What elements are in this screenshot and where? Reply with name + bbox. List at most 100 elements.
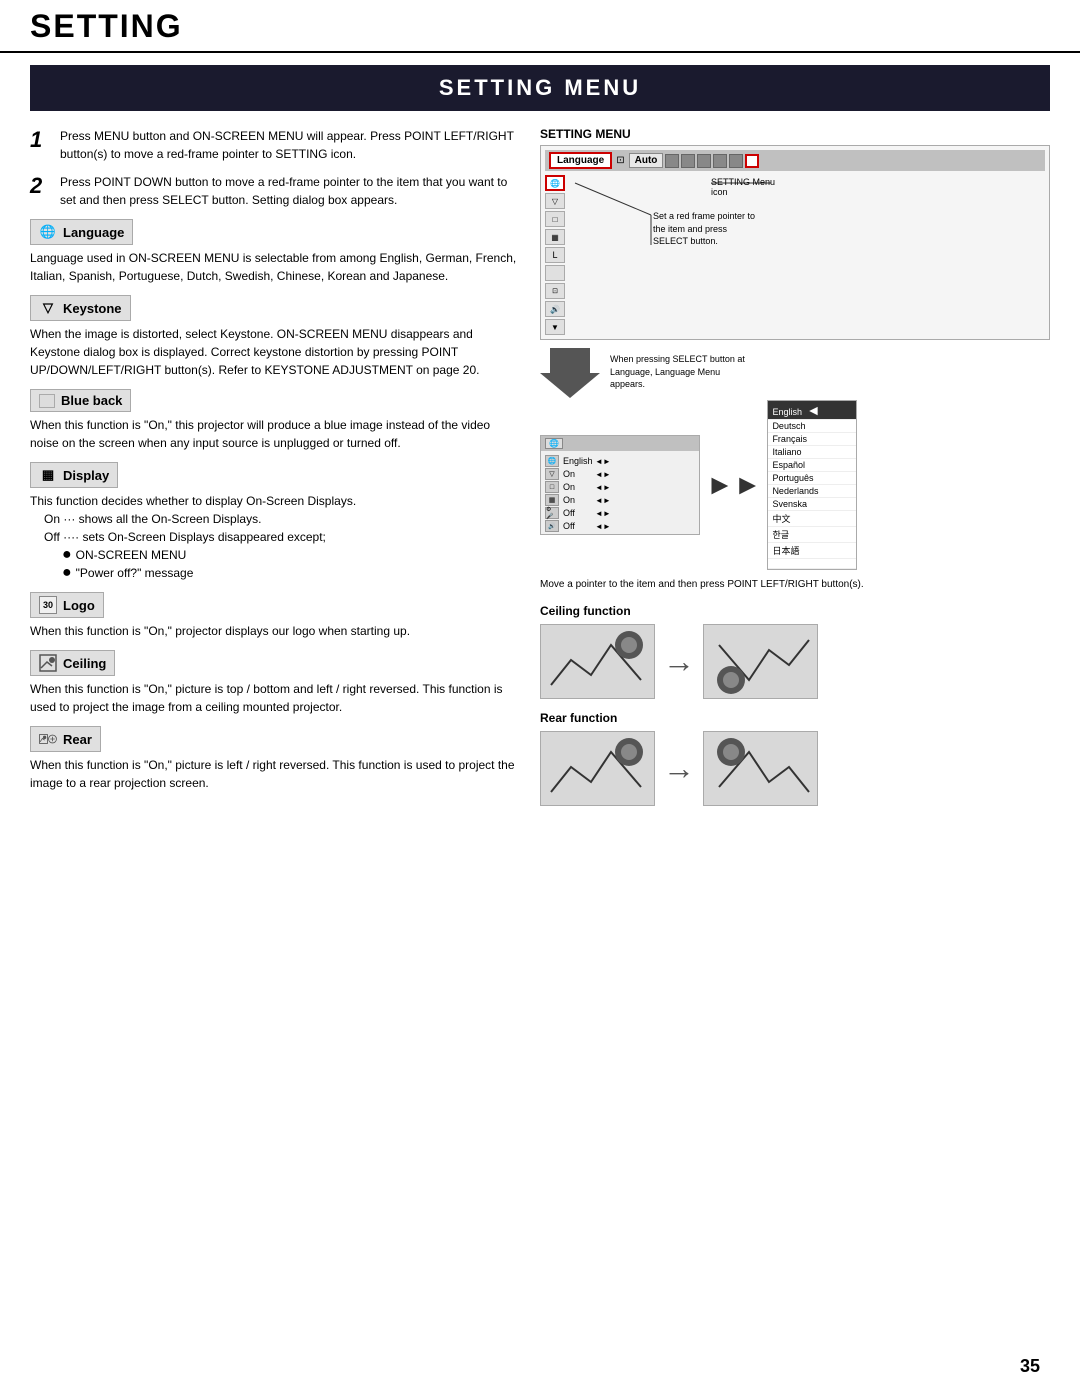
menu-sidebar: 🌐 ▽ □ ▦ L ⊡ 🔊 ▼ Set a red fram — [545, 175, 1045, 335]
rear-function-section: Rear function → — [540, 711, 1050, 806]
menu-icon-ceil: ⊡ — [545, 283, 565, 299]
logo-label: 30 Logo — [30, 592, 104, 618]
rear-diagrams: → — [540, 731, 1050, 806]
ceiling-text: When this function is "On," picture is t… — [30, 680, 520, 716]
lang-icon-spk-sm: 🔊 — [545, 520, 559, 532]
menu-icon-3 — [697, 154, 711, 168]
lang-menu-left: 🌐 🌐 English ◄► ▽ On ◄► □ On — [540, 435, 700, 535]
lang-on3-text: On — [563, 495, 591, 505]
lang-item-francais: Français — [768, 433, 856, 446]
menu-language-item: Language — [549, 152, 612, 169]
feature-logo: 30 Logo When this function is "On," proj… — [30, 592, 520, 640]
arrow-note: When pressing SELECT button at Language,… — [610, 353, 750, 398]
ceiling-flipped-svg — [704, 625, 818, 699]
ceiling-arrow: → — [663, 643, 695, 680]
lang-item-espanol: Español — [768, 459, 856, 472]
rear-label: Rear — [30, 726, 101, 752]
setting-icon-label: SETTING Menu icon — [711, 177, 791, 197]
blue-back-icon — [39, 394, 55, 408]
step-2-number: 2 — [30, 173, 52, 209]
menu-icon-grid: ▦ — [545, 229, 565, 245]
lang-off2-text: Off — [563, 521, 591, 531]
lang-item-nederlands: Nederlands — [768, 485, 856, 498]
right-column: SETTING MENU Language ⊡ Auto 🌐 ▽ □ — [540, 127, 1050, 818]
lang-off1-ctrl: ◄► — [595, 509, 611, 518]
lang-on2-ctrl: ◄► — [595, 483, 611, 492]
lang-item-bottom — [768, 559, 856, 569]
menu-icon-5 — [729, 154, 743, 168]
section-header: SETTING MENU — [30, 65, 1050, 111]
lang-row-tri: ▽ On ◄► — [545, 468, 695, 480]
lang-item-svenska: Svenska — [768, 498, 856, 511]
lang-icon-l-sm: ⚙🎤 — [545, 507, 559, 519]
blue-back-label-text: Blue back — [61, 393, 122, 408]
menu-icon-rect: □ — [545, 211, 565, 227]
menu-icon-l: L — [545, 247, 565, 263]
lang-bar-icon: 🌐 — [545, 438, 563, 449]
lang-item-chinese: 中文 — [768, 511, 856, 527]
page-title: SETTING — [30, 8, 1050, 45]
step-1: 1 Press MENU button and ON-SCREEN MENU w… — [30, 127, 520, 163]
menu-diagram: Language ⊡ Auto 🌐 ▽ □ ▦ L ⊡ — [540, 145, 1050, 340]
feature-rear: Rear When this function is "On," picture… — [30, 726, 520, 792]
feature-blue-back: Blue back When this function is "On," th… — [30, 389, 520, 452]
keystone-label: ▽ Keystone — [30, 295, 131, 321]
rear-function-title: Rear function — [540, 711, 1050, 725]
menu-icon-blank — [545, 265, 565, 281]
menu-icon-4 — [713, 154, 727, 168]
lang-icon-tri-sm: ▽ — [545, 468, 559, 480]
lang-off1-text: Off — [563, 508, 591, 518]
lang-on3-ctrl: ◄► — [595, 496, 611, 505]
display-label-text: Display — [63, 468, 109, 483]
lang-english-text: English — [563, 456, 591, 466]
menu-icon-1 — [665, 154, 679, 168]
lang-english-ctrl: ◄► — [595, 457, 611, 466]
lang-row-rect: □ On ◄► — [545, 481, 695, 493]
feature-language: 🌐 Language Language used in ON-SCREEN ME… — [30, 219, 520, 285]
blue-back-text: When this function is "On," this project… — [30, 416, 520, 452]
ceiling-normal-svg — [541, 625, 655, 699]
lang-row-grid: ▦ On ◄► — [545, 494, 695, 506]
menu-icon-6 — [745, 154, 759, 168]
lang-list-box: English ◄ Deutsch Français Italiano Espa… — [767, 400, 857, 570]
lang-on2-text: On — [563, 482, 591, 492]
lang-on1-ctrl: ◄► — [595, 470, 611, 479]
step-2: 2 Press POINT DOWN button to move a red-… — [30, 173, 520, 209]
feature-ceiling: Ceiling When this function is "On," pict… — [30, 650, 520, 716]
menu-icon-triangle: ▽ — [545, 193, 565, 209]
step-2-text: Press POINT DOWN button to move a red-fr… — [60, 173, 520, 209]
language-text: Language used in ON-SCREEN MENU is selec… — [30, 249, 520, 285]
display-icon: ▦ — [39, 466, 57, 484]
ceiling-function-section: Ceiling function → — [540, 604, 1050, 699]
menu-bar: Language ⊡ Auto — [545, 150, 1045, 171]
menu-icons-col: 🌐 ▽ □ ▦ L ⊡ 🔊 ▼ — [545, 175, 565, 335]
down-arrow-container: When pressing SELECT button at Language,… — [540, 348, 1050, 398]
annotation-text: Set a red frame pointer to the item and … — [653, 210, 763, 248]
logo-icon: 30 — [39, 596, 57, 614]
lang-item-deutsch: Deutsch — [768, 420, 856, 433]
lang-row-spk: 🔊 Off ◄► — [545, 520, 695, 532]
ceiling-flipped-diagram — [703, 624, 818, 699]
lang-menu-bar: 🌐 — [541, 436, 699, 451]
lang-icon-col: 🌐 English ◄► ▽ On ◄► □ On ◄► — [541, 453, 699, 534]
keystone-label-text: Keystone — [63, 301, 122, 316]
step-1-number: 1 — [30, 127, 52, 163]
ceiling-function-title: Ceiling function — [540, 604, 1050, 618]
left-column: 1 Press MENU button and ON-SCREEN MENU w… — [30, 127, 520, 818]
lang-icon-globe-sm: 🌐 — [545, 455, 559, 467]
blue-back-label: Blue back — [30, 389, 131, 412]
feature-display: ▦ Display This function decides whether … — [30, 462, 520, 582]
lang-item-portugues: Português — [768, 472, 856, 485]
keystone-text: When the image is distorted, select Keys… — [30, 325, 520, 379]
rear-label-text: Rear — [63, 732, 92, 747]
main-content: 1 Press MENU button and ON-SCREEN MENU w… — [0, 127, 1080, 818]
language-icon: 🌐 — [39, 223, 57, 241]
double-arrow: ►► — [706, 469, 761, 501]
lang-item-english: English ◄ — [768, 401, 856, 420]
menu-annotation-area: Set a red frame pointer to the item and … — [571, 175, 1045, 335]
lang-item-italiano: Italiano — [768, 446, 856, 459]
right-setting-menu-title: SETTING MENU — [540, 127, 1050, 141]
menu-icon-spk: 🔊 — [545, 301, 565, 317]
logo-text: When this function is "On," projector di… — [30, 622, 520, 640]
display-label: ▦ Display — [30, 462, 118, 488]
